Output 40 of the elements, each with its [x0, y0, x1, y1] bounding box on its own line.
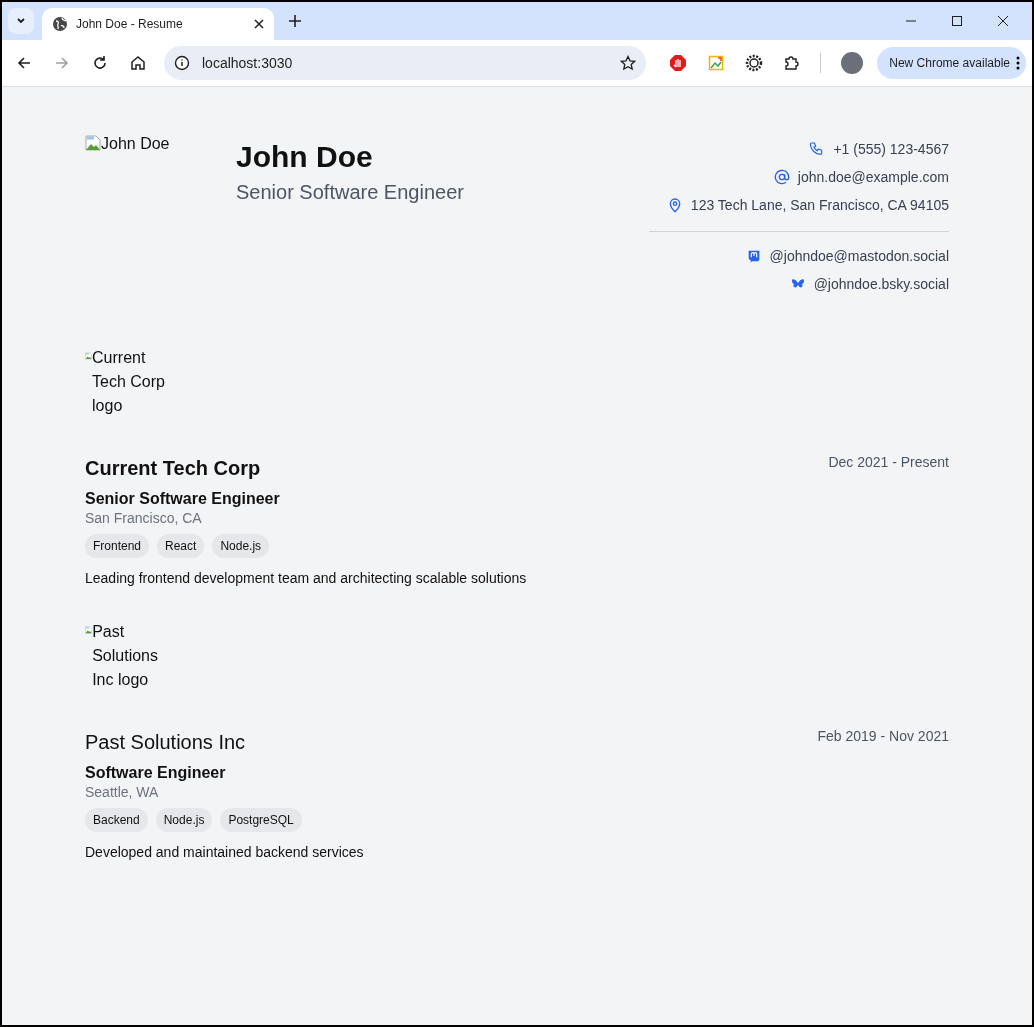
close-tab-icon[interactable] — [254, 19, 264, 29]
person-name: John Doe — [236, 139, 374, 175]
date-range: Dec 2021 - Present — [828, 454, 949, 470]
company-name: Current Tech Corp — [85, 456, 261, 481]
company-name: Past Solutions Inc — [85, 730, 246, 755]
contact-text: john.doe@example.com — [797, 169, 949, 185]
broken-image-icon — [85, 135, 101, 151]
browser-tab[interactable]: John Doe - Resume — [42, 8, 274, 40]
logo-alt-text: Past Solutions Inc logo — [92, 622, 159, 690]
job-location: Seattle, WA — [85, 784, 160, 800]
date-range: Feb 2019 - Nov 2021 — [817, 728, 949, 744]
job-description: Developed and maintained backend services — [85, 844, 365, 860]
skill-tag: Backend — [85, 808, 148, 832]
skill-tag: Frontend — [85, 534, 150, 558]
skill-tag: Node.js — [155, 808, 213, 832]
skill-tag: PostgreSQL — [220, 808, 302, 832]
url-text: localhost:3030 — [202, 55, 294, 71]
at-sign-icon — [773, 169, 790, 185]
address-bar[interactable]: localhost:3030 — [164, 46, 647, 80]
job-description: Leading frontend development team and architecting scalable solutions — [85, 570, 528, 586]
job-location: San Francisco, CA — [85, 510, 203, 526]
logo-alt-text: Current Tech Corp logo — [92, 348, 165, 416]
photo-alt-text: John Doe — [101, 135, 170, 153]
profile-avatar[interactable] — [841, 52, 864, 74]
star-icon[interactable] — [620, 55, 637, 71]
role-title: Software Engineer — [85, 764, 227, 782]
skill-tag: Node.js — [212, 534, 270, 558]
contact-text: +1 (555) 123-4567 — [833, 141, 949, 157]
info-icon — [174, 55, 190, 71]
contact-text: @johndoe.bsky.social — [813, 276, 949, 292]
update-chrome-button[interactable]: New Chrome available — [877, 47, 1026, 79]
contact-text: 123 Tech Lane, San Francisco, CA 94105 — [690, 197, 949, 213]
caret-icon — [16, 16, 26, 26]
skill-tag: React — [157, 534, 205, 558]
role-title: Senior Software Engineer — [85, 490, 281, 508]
contact-text: @johndoe@mastodon.social — [769, 248, 949, 264]
job-title: Senior Software Engineer — [236, 181, 465, 204]
tab-search-button[interactable] — [8, 8, 34, 34]
more-icon[interactable] — [1016, 56, 1020, 70]
globe-icon — [52, 16, 68, 32]
